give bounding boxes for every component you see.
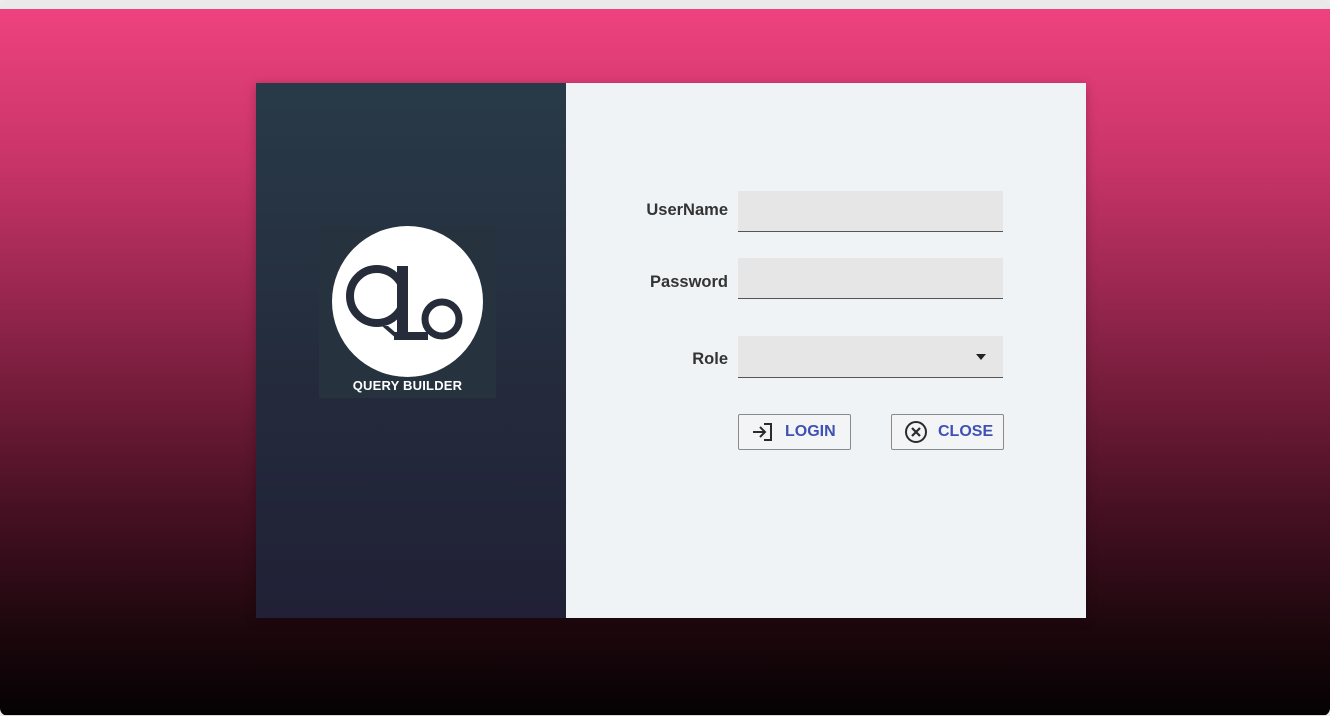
close-button-label: CLOSE — [938, 423, 994, 440]
login-button-label: LOGIN — [785, 423, 836, 440]
login-arrow-icon — [751, 421, 775, 443]
close-button[interactable]: CLOSE — [891, 414, 1004, 450]
role-select[interactable] — [738, 336, 1003, 378]
chevron-down-icon[interactable] — [976, 354, 986, 360]
brand-panel: QUERY BUILDER — [256, 83, 566, 618]
password-input[interactable] — [738, 258, 1003, 299]
login-dialog: QUERY BUILDER UserName Password Role LOG… — [256, 83, 1086, 618]
username-label: UserName — [646, 201, 728, 219]
app-window: QUERY BUILDER UserName Password Role LOG… — [0, 0, 1330, 716]
role-label: Role — [692, 350, 728, 368]
close-circle-icon — [904, 420, 928, 444]
logo-circle — [332, 226, 483, 377]
login-form: UserName Password Role LOGIN CLOSE — [566, 83, 1086, 618]
logo-text: QUERY BUILDER — [352, 378, 463, 393]
login-button[interactable]: LOGIN — [738, 414, 851, 450]
password-label: Password — [650, 273, 728, 291]
qb-logo-icon — [346, 265, 463, 340]
logo: QUERY BUILDER — [319, 226, 496, 398]
username-input[interactable] — [738, 191, 1003, 232]
